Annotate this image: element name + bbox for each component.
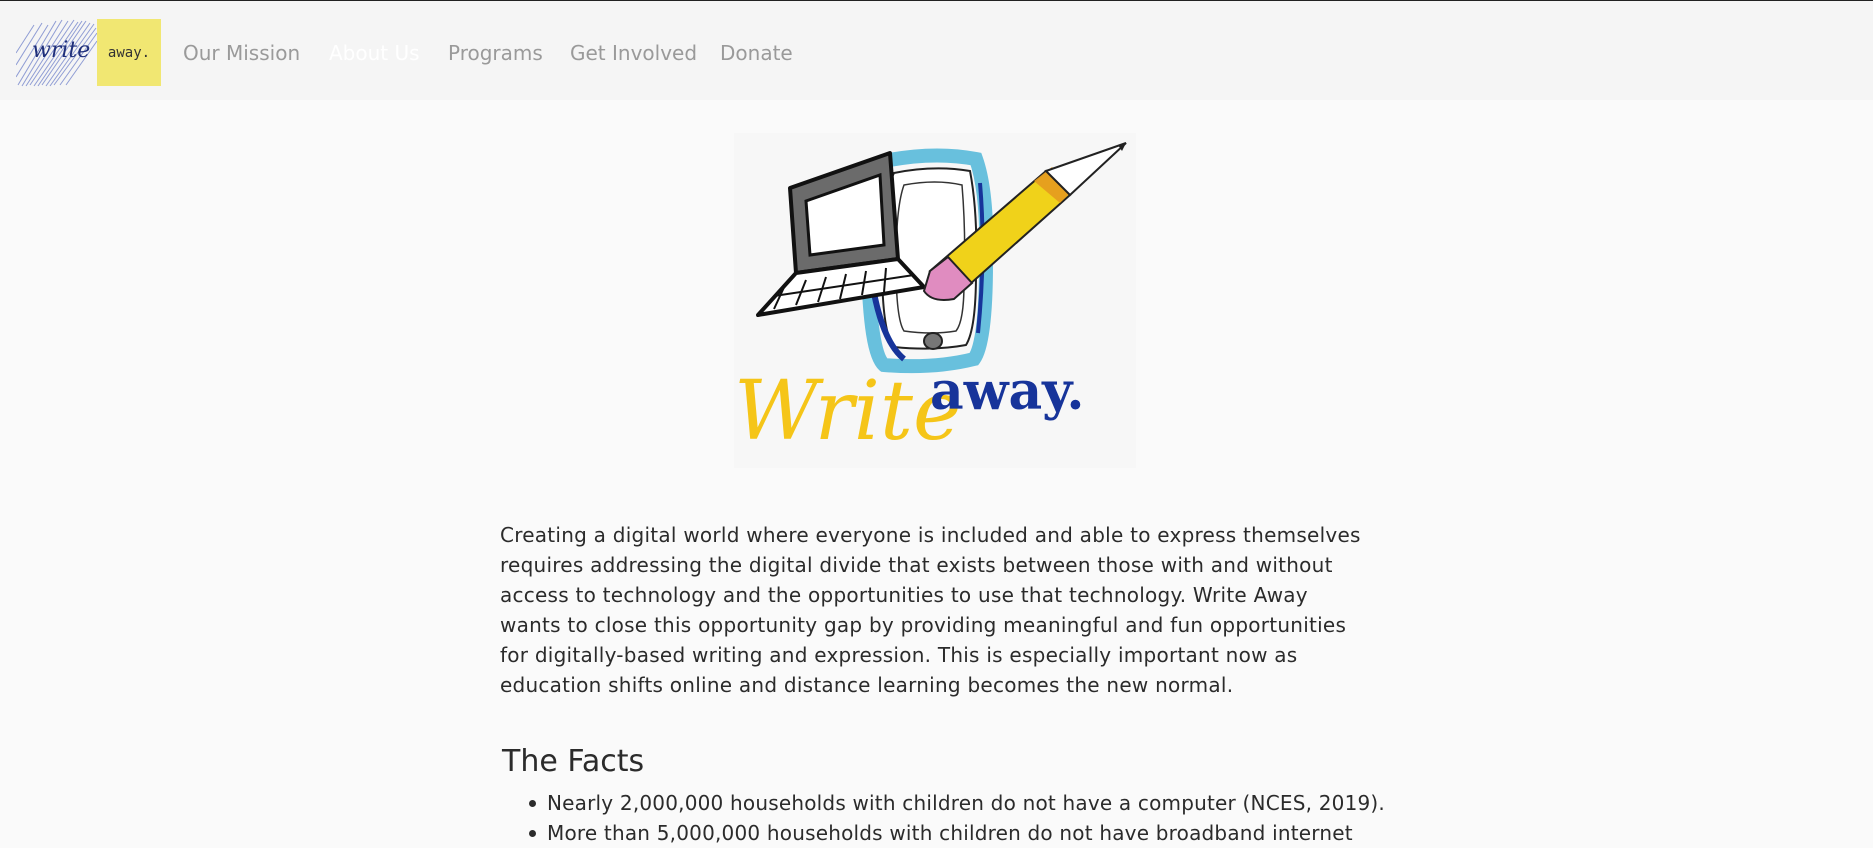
nav-link-about-us[interactable]: About Us (329, 41, 420, 65)
brand-sketch-text: write (32, 38, 90, 63)
brand-yellow-box: away. (97, 19, 161, 86)
hero-logo-word-away: away. (930, 361, 1085, 422)
list-item: Nearly 2,000,000 households with childre… (522, 788, 1385, 818)
nav-link-get-involved[interactable]: Get Involved (570, 41, 697, 65)
nav-link-donate[interactable]: Donate (720, 41, 793, 65)
navbar: write away. Our Mission About Us Program… (0, 1, 1873, 100)
brand-sketch-logo: write (16, 19, 98, 87)
hero-logo-word-write: Write (734, 364, 962, 459)
facts-list: Nearly 2,000,000 households with childre… (522, 788, 1385, 848)
hero-logo-illustration: Write away. (734, 133, 1136, 468)
about-paragraph: Creating a digital world where everyone … (500, 523, 1361, 697)
brand-logo-link[interactable]: write away. (16, 19, 161, 87)
brand-box-text: away. (107, 44, 151, 61)
nav-link-our-mission[interactable]: Our Mission (183, 41, 300, 65)
facts-heading: The Facts (502, 744, 645, 779)
list-item: More than 5,000,000 households with chil… (522, 818, 1385, 848)
nav-link-programs[interactable]: Programs (448, 41, 543, 65)
